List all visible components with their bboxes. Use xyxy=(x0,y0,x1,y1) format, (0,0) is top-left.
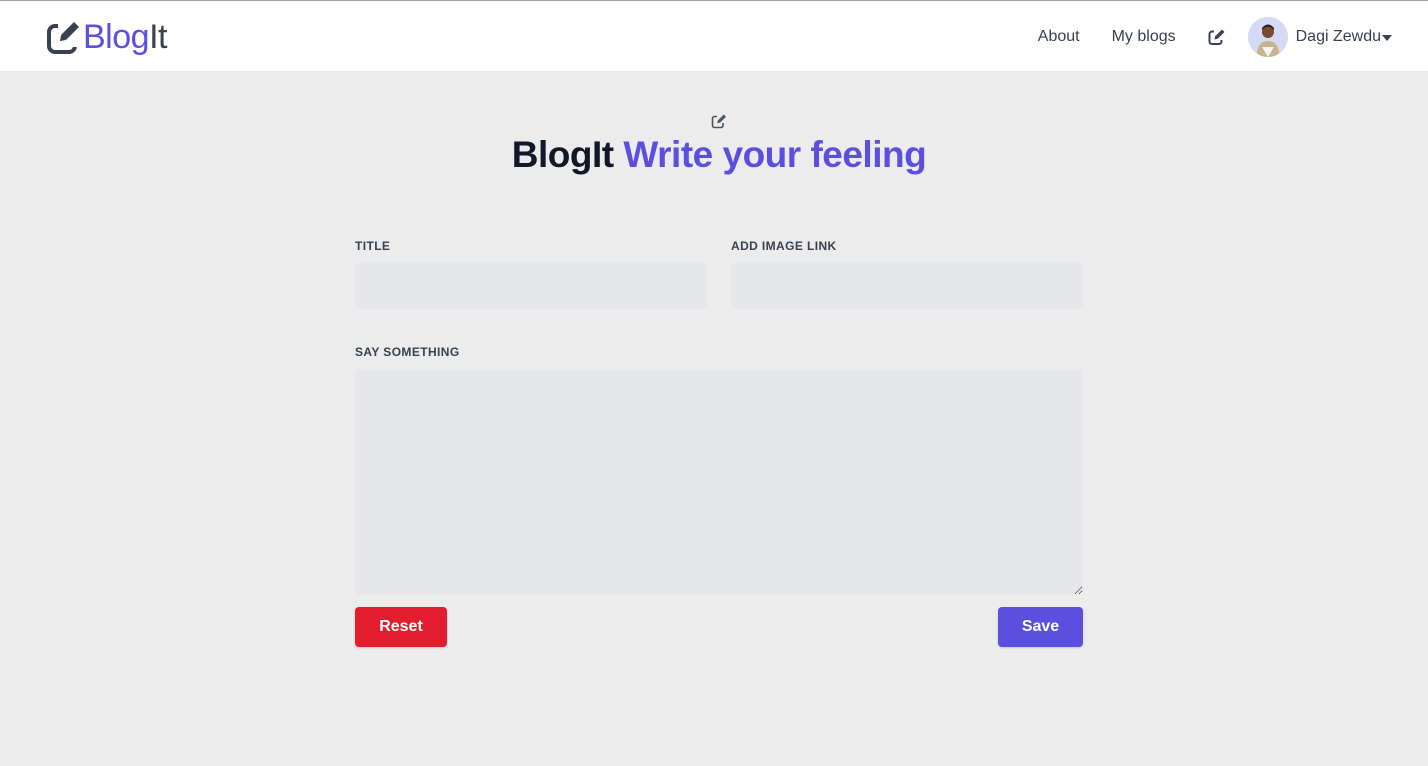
title-input[interactable] xyxy=(355,263,707,309)
write-blog-icon[interactable] xyxy=(1208,28,1226,46)
save-button[interactable]: Save xyxy=(998,607,1083,647)
body-textarea[interactable] xyxy=(355,369,1083,595)
navbar: BlogIt About My blogs Dagi Zewdu xyxy=(0,0,1428,71)
image-link-input[interactable] xyxy=(731,263,1083,309)
pencil-square-icon xyxy=(711,114,727,129)
pencil-square-icon xyxy=(47,21,80,54)
user-avatar xyxy=(1247,17,1288,57)
nav-link-my-blogs[interactable]: My blogs xyxy=(1112,27,1176,47)
page-title: BlogIt Write your feeling xyxy=(511,134,927,175)
user-name: Dagi Zewdu xyxy=(1295,28,1381,45)
brand-logo[interactable]: BlogIt xyxy=(46,17,167,57)
caret-down-icon xyxy=(1382,35,1392,41)
nav-menu: About My blogs Dagi Zewdu xyxy=(1038,15,1392,59)
brand-name: BlogIt xyxy=(83,18,167,56)
user-menu[interactable]: Dagi Zewdu xyxy=(1247,17,1392,57)
image-link-label: ADD IMAGE LINK xyxy=(731,239,837,253)
body-label: SAY SOMETHING xyxy=(355,345,460,359)
nav-link-about[interactable]: About xyxy=(1038,27,1080,47)
title-label: TITLE xyxy=(355,239,391,253)
reset-button[interactable]: Reset xyxy=(355,607,447,647)
page: BlogIt About My blogs Dagi Zewdu BlogIt … xyxy=(0,0,1428,766)
